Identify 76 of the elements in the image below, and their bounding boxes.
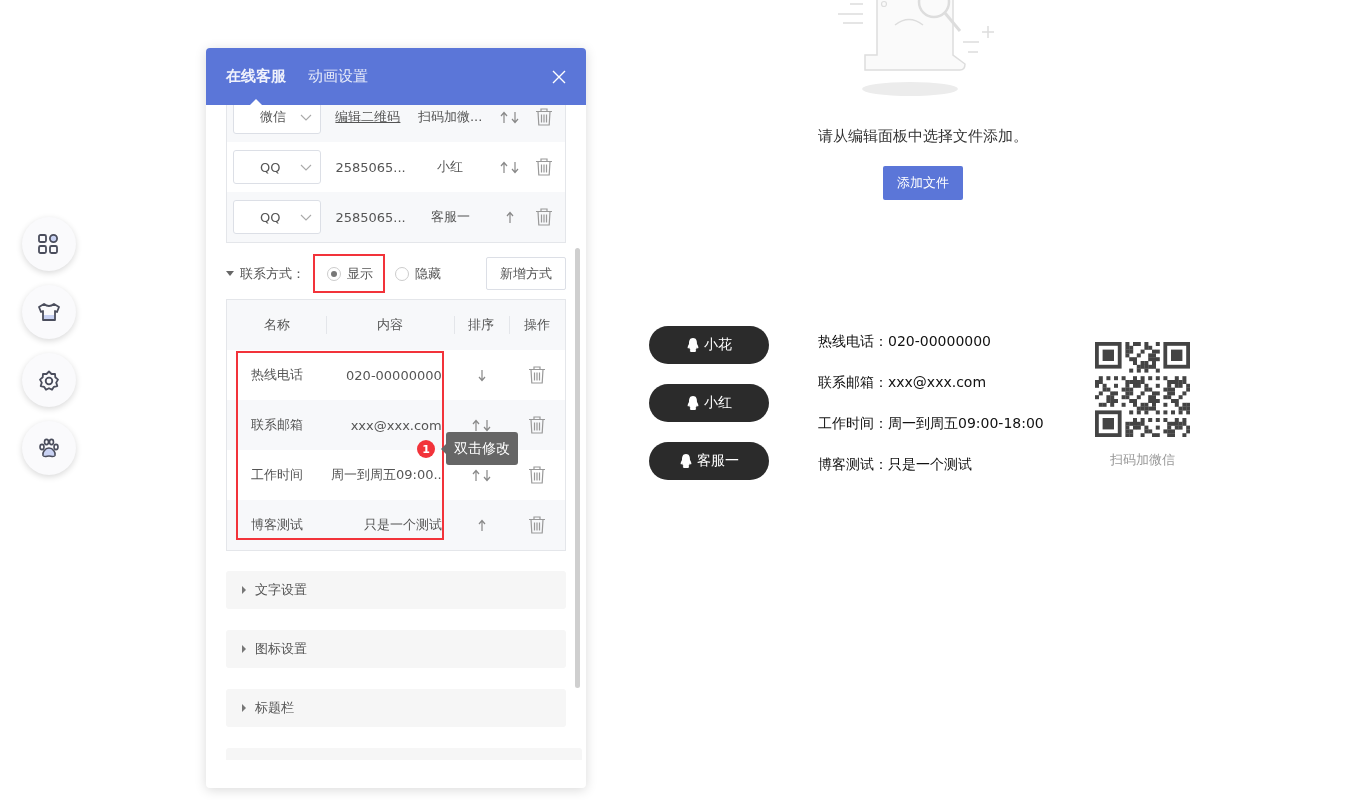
up-arrow-icon: [477, 518, 486, 532]
trash-icon: [528, 366, 547, 384]
empty-message: 请从编辑面板中选择文件添加。: [817, 127, 1028, 146]
chevron-down-icon: [300, 213, 313, 221]
field-label: 联系方式：: [240, 264, 305, 283]
table-cell-text: 020-00000000: [345, 367, 443, 383]
chevron-down-icon: [300, 113, 313, 121]
up-arrow-icon: [505, 210, 514, 224]
down-arrow-icon: [477, 368, 486, 382]
grid-icon: [38, 233, 60, 255]
down-arrow-icon: [483, 418, 492, 432]
tab[interactable]: 动画设置: [308, 48, 368, 105]
agent-button[interactable]: 小红: [649, 384, 769, 422]
table-cell-text: xxx@xxx.com: [349, 417, 443, 433]
down-arrow-icon: [511, 160, 520, 174]
trash-icon: [528, 416, 547, 434]
contact-line: 热线电话：020-00000000: [818, 332, 993, 350]
trash-icon: [535, 158, 554, 176]
trash-icon: [528, 466, 547, 484]
table-cell-text: 联系邮箱: [250, 416, 304, 434]
table-cell-text: 热线电话: [250, 366, 304, 384]
table-cell-text: 周一到周五09:00..: [330, 466, 443, 484]
edit-qr-link[interactable]: 编辑二维码: [335, 108, 415, 126]
penguin-icon: [686, 395, 700, 411]
trash-icon: [528, 516, 547, 534]
close-icon: [552, 69, 566, 84]
section-header[interactable]: 文字设置: [226, 571, 566, 609]
account-text: 2585065...: [335, 209, 407, 225]
sidebar-button[interactable]: [22, 217, 76, 271]
sidebar-button[interactable]: [22, 285, 76, 339]
column-header: 操作: [523, 316, 552, 334]
table-cell-text: 只是一个测试: [362, 516, 443, 534]
close-button[interactable]: [552, 69, 566, 84]
agent-name: 小红: [436, 158, 465, 176]
table-cell-text: 博客测试: [250, 516, 304, 534]
column-header: 名称: [262, 316, 291, 334]
settings-icon: [38, 369, 60, 391]
type-select[interactable]: QQ: [233, 150, 322, 184]
paw-icon: [38, 437, 60, 459]
collapse-caret-icon: [226, 271, 234, 276]
penguin-icon: [686, 337, 700, 353]
contact-line: 工作时间：周一到周五09:00-18:00: [818, 414, 1045, 432]
radio-option[interactable]: 显示: [313, 254, 385, 293]
penguin-icon: [679, 453, 693, 469]
tooltip: 双击修改: [446, 432, 518, 465]
type-select[interactable]: QQ: [233, 200, 322, 234]
section-header[interactable]: 图标设置: [226, 630, 566, 668]
contact-line: 联系邮箱：xxx@xxx.com: [818, 373, 988, 391]
down-arrow-icon: [511, 110, 520, 124]
up-arrow-icon: [472, 418, 481, 432]
account-text: 2585065...: [335, 159, 407, 175]
agent-name: 客服一: [429, 208, 471, 226]
down-arrow-icon: [483, 468, 492, 482]
sidebar-button[interactable]: [22, 353, 76, 407]
trash-icon: [535, 108, 554, 126]
scrollbar-thumb[interactable]: [575, 248, 580, 688]
chevron-down-icon: [300, 163, 313, 171]
type-select[interactable]: 微信: [233, 105, 322, 134]
up-arrow-icon: [500, 110, 509, 124]
trash-icon: [535, 208, 554, 226]
section-header[interactable]: 标题栏: [226, 689, 566, 727]
step-badge: 1: [417, 440, 435, 458]
add-contact-button[interactable]: 新增方式: [486, 257, 566, 290]
qr-caption: 扫码加微信: [1110, 451, 1175, 469]
sidebar-button[interactable]: [22, 421, 76, 475]
agent-button[interactable]: 客服一: [649, 442, 769, 480]
column-header: 内容: [376, 316, 405, 334]
up-arrow-icon: [472, 468, 481, 482]
up-arrow-icon: [500, 160, 509, 174]
table-cell-text: 工作时间: [250, 466, 304, 484]
contact-line: 博客测试：只是一个测试: [818, 455, 973, 473]
shirt-icon: [38, 301, 60, 323]
column-header: 排序: [467, 316, 496, 334]
agent-button[interactable]: 小花: [649, 326, 769, 364]
add-file-button[interactable]: 添加文件: [882, 166, 963, 200]
agent-name: 扫码加微...: [416, 108, 484, 126]
